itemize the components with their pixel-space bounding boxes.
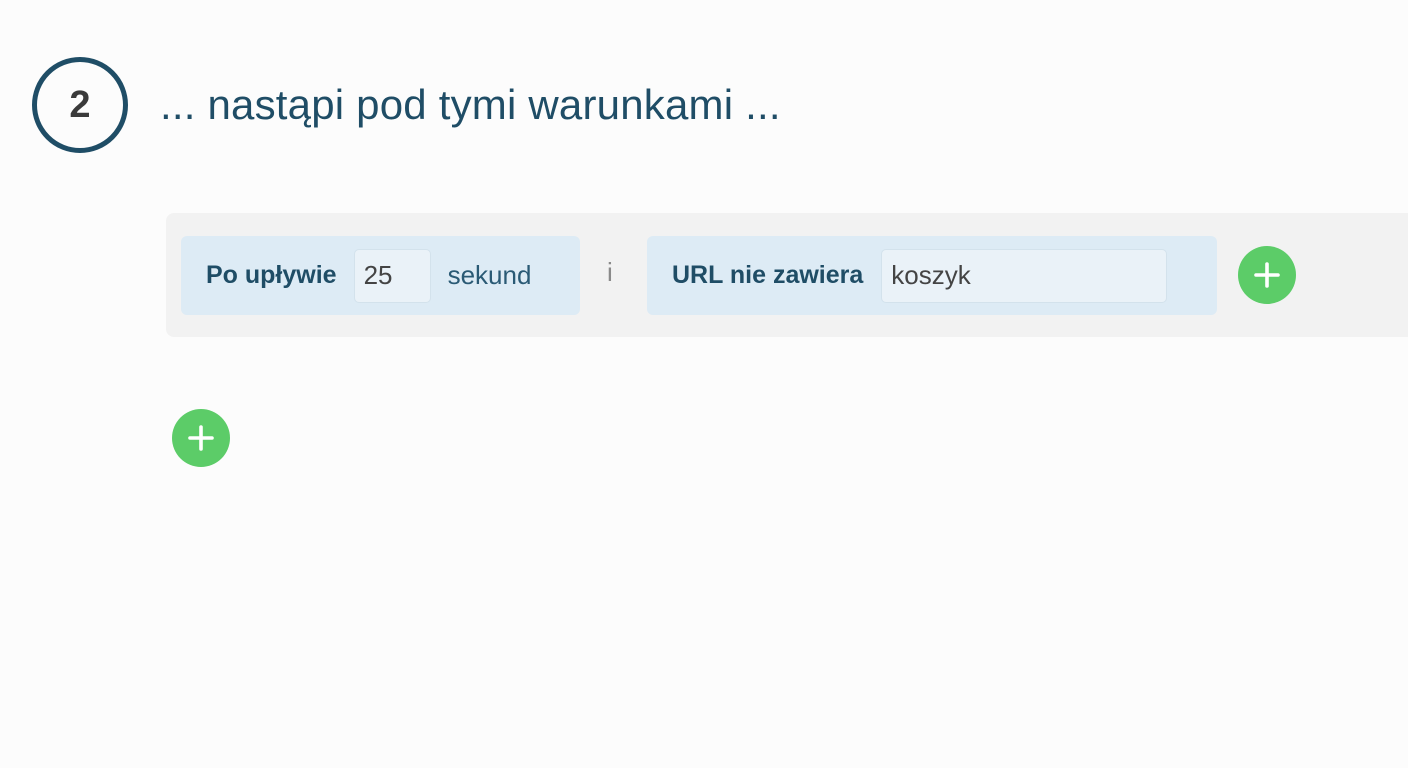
seconds-unit-label: sekund — [447, 260, 532, 290]
plus-icon — [188, 425, 214, 451]
condition-time-elapsed: Po upływie sekund — [181, 236, 580, 315]
condition-url-not-contains: URL nie zawiera — [647, 236, 1217, 315]
step-number-badge: 2 — [32, 57, 128, 153]
time-condition-label: Po upływie — [206, 261, 337, 289]
add-condition-button[interactable] — [1238, 246, 1296, 304]
step-title: ... nastąpi pod tymi warunkami ... — [160, 81, 781, 128]
url-condition-label: URL nie zawiera — [672, 261, 864, 289]
add-condition-group-button[interactable] — [172, 409, 230, 467]
step-header: 2 ... nastąpi pod tymi warunkami ... — [32, 52, 781, 158]
and-connector: i — [607, 257, 613, 287]
condition-group: Po upływie sekund i URL nie zawiera — [166, 213, 1408, 337]
plus-icon — [1254, 262, 1280, 288]
seconds-input[interactable] — [353, 248, 431, 303]
url-value-input[interactable] — [881, 248, 1168, 303]
